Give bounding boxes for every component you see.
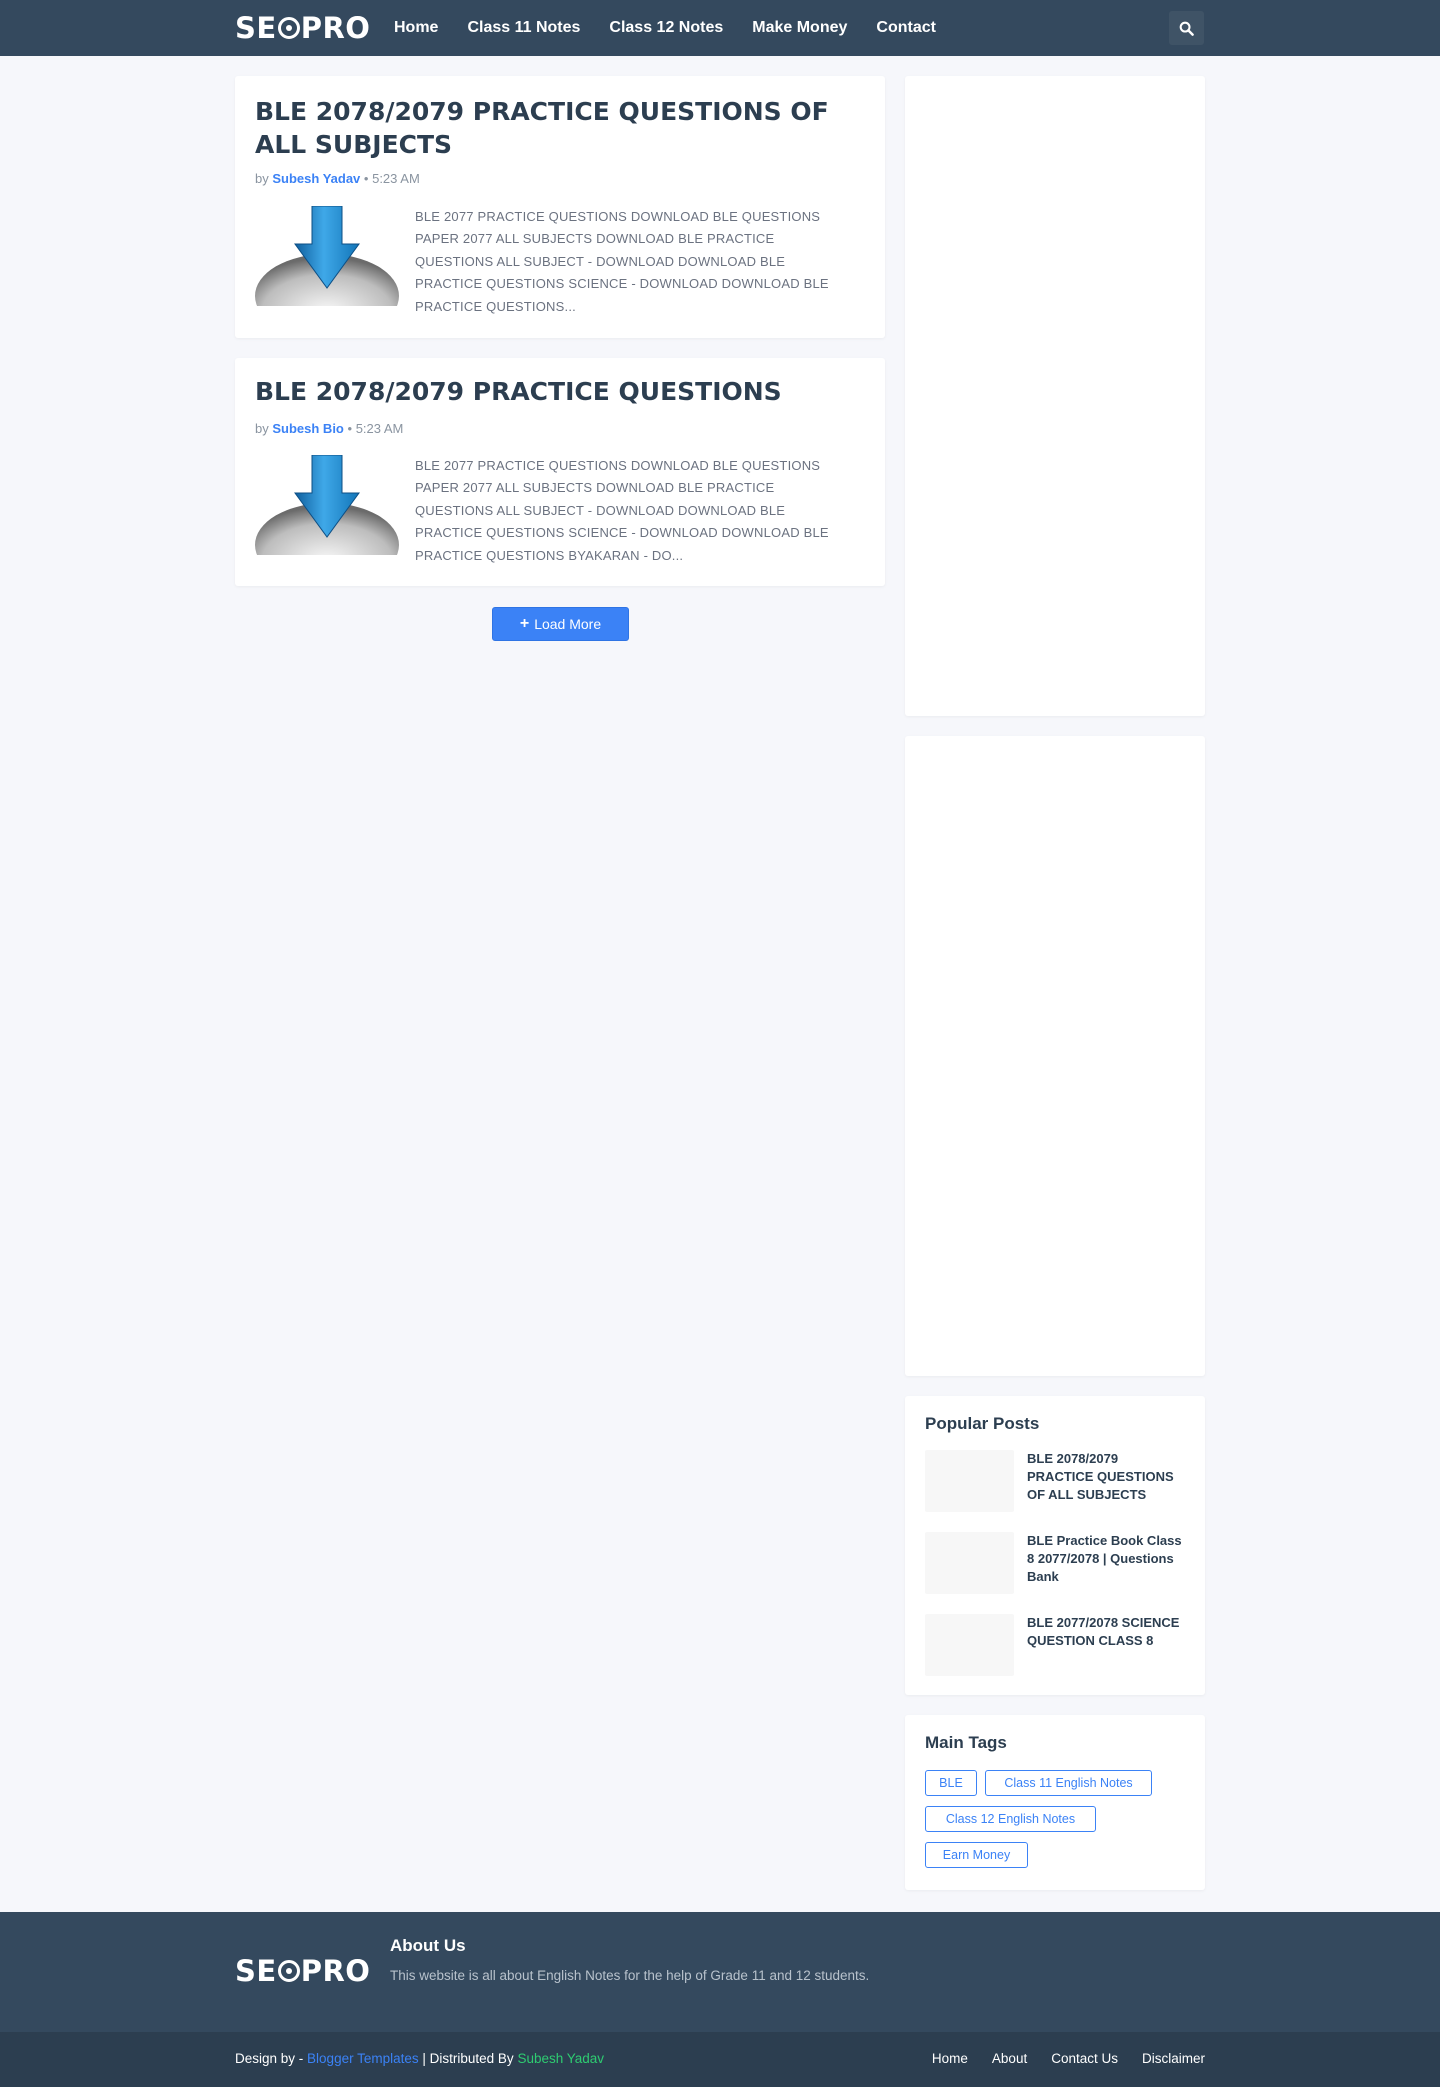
footer-bottom-bar: Design by - Blogger Templates | Distribu…: [0, 2032, 1440, 2087]
nav-class-12-notes[interactable]: Class 12 Notes: [609, 19, 723, 37]
post-by: by: [255, 421, 269, 436]
site-footer: SE PRO About Us This website is all about…: [0, 1912, 1440, 2032]
about-text: This website is all about English Notes …: [390, 1968, 870, 1983]
meta-dot: •: [347, 421, 353, 436]
logo-text-left: SE: [235, 11, 277, 45]
post-meta: by Subesh Yadav • 5:23 AM: [255, 171, 420, 186]
post-time: 5:23 AM: [372, 171, 420, 186]
logo-o-icon: [277, 1960, 300, 1982]
nav-contact[interactable]: Contact: [876, 19, 936, 37]
plus-icon: +: [519, 615, 530, 632]
meta-dot: •: [363, 171, 369, 186]
post-card: BLE 2078/2079 PRACTICE QUESTIONS by Sube…: [235, 358, 885, 586]
design-by-link[interactable]: Blogger Templates: [307, 2051, 419, 2066]
post-title[interactable]: BLE 2078/2079 PRACTICE QUESTIONS: [255, 375, 855, 408]
post-author[interactable]: Subesh Bio: [272, 421, 344, 436]
sidebar-ad-slot: [905, 76, 1205, 716]
post-thumbnail[interactable]: [255, 455, 400, 555]
nav-home[interactable]: Home: [394, 19, 438, 37]
main-nav: Home Class 11 Notes Class 12 Notes Make …: [394, 0, 965, 56]
post-snippet: BLE 2077 PRACTICE QUESTIONS DOWNLOAD BLE…: [415, 458, 829, 563]
footer-nav: Home About Contact Us Disclaimer: [908, 2051, 1205, 2066]
about-title: About Us: [390, 1936, 466, 1955]
popular-post-title[interactable]: BLE Practice Book Class 8 2077/2078 | Qu…: [1027, 1532, 1187, 1586]
footer-nav-contact-us[interactable]: Contact Us: [1051, 2051, 1118, 2066]
design-by-label: Design by -: [235, 2051, 304, 2066]
load-more-label: Load More: [534, 616, 602, 632]
post-meta: by Subesh Bio • 5:23 AM: [255, 421, 403, 436]
popular-post-title[interactable]: BLE 2077/2078 SCIENCE QUESTION CLASS 8: [1027, 1614, 1187, 1650]
popular-posts-title: Popular Posts: [925, 1414, 1040, 1433]
popular-post-item[interactable]: BLE Practice Book Class 8 2077/2078 | Qu…: [925, 1532, 1187, 1594]
site-header: SE PRO Home Class 11 Notes Class 12 Notes…: [0, 0, 1440, 56]
distributed-by-label: | Distributed By: [422, 2051, 514, 2066]
popular-post-title[interactable]: BLE 2078/2079 PRACTICE QUESTIONS OF ALL …: [1027, 1450, 1187, 1504]
site-logo[interactable]: SE PRO: [235, 11, 371, 45]
popular-posts-widget: Popular Posts BLE 2078/2079 PRACTICE QUE…: [905, 1396, 1205, 1695]
post-title[interactable]: BLE 2078/2079 PRACTICE QUESTIONS OF ALL …: [255, 95, 855, 161]
post-by: by: [255, 171, 269, 186]
post-card: BLE 2078/2079 PRACTICE QUESTIONS OF ALL …: [235, 76, 885, 338]
popular-post-thumbnail[interactable]: [925, 1614, 1014, 1676]
popular-post-item[interactable]: BLE 2077/2078 SCIENCE QUESTION CLASS 8: [925, 1614, 1187, 1676]
popular-post-thumbnail[interactable]: [925, 1532, 1014, 1594]
footer-credit: Design by - Blogger Templates | Distribu…: [235, 2051, 604, 2066]
post-thumbnail[interactable]: [255, 206, 400, 306]
post-author[interactable]: Subesh Yadav: [272, 171, 360, 186]
logo-text-right: PRO: [300, 11, 371, 45]
distributed-by-link[interactable]: Subesh Yadav: [517, 2051, 604, 2066]
footer-logo[interactable]: SE PRO: [235, 1954, 371, 1988]
popular-post-thumbnail[interactable]: [925, 1450, 1014, 1512]
nav-make-money[interactable]: Make Money: [752, 19, 847, 37]
tag-class-12-english-notes[interactable]: Class 12 English Notes: [925, 1806, 1096, 1832]
popular-post-item[interactable]: BLE 2078/2079 PRACTICE QUESTIONS OF ALL …: [925, 1450, 1187, 1512]
logo-text-right: PRO: [300, 1954, 371, 1988]
load-more-button[interactable]: + Load More: [492, 607, 629, 641]
footer-nav-home[interactable]: Home: [932, 2051, 968, 2066]
tag-class-11-english-notes[interactable]: Class 11 English Notes: [985, 1770, 1152, 1796]
post-time: 5:23 AM: [355, 421, 404, 436]
download-arrow-icon: [255, 455, 399, 555]
logo-text-left: SE: [235, 1954, 277, 1988]
nav-class-11-notes[interactable]: Class 11 Notes: [467, 19, 580, 37]
footer-nav-about[interactable]: About: [992, 2051, 1027, 2066]
post-snippet: BLE 2077 PRACTICE QUESTIONS DOWNLOAD BLE…: [415, 209, 829, 314]
tag-ble[interactable]: BLE: [925, 1770, 977, 1796]
tag-earn-money[interactable]: Earn Money: [925, 1842, 1028, 1868]
sidebar-ad-slot: [905, 736, 1205, 1376]
footer-nav-disclaimer[interactable]: Disclaimer: [1142, 2051, 1205, 2066]
logo-o-icon: [277, 17, 300, 39]
search-button[interactable]: [1169, 11, 1204, 45]
search-icon: [1179, 21, 1194, 36]
download-arrow-icon: [255, 206, 399, 306]
main-tags-widget: Main Tags BLE Class 11 English Notes Cla…: [905, 1715, 1205, 1890]
main-tags-title: Main Tags: [925, 1733, 1007, 1752]
